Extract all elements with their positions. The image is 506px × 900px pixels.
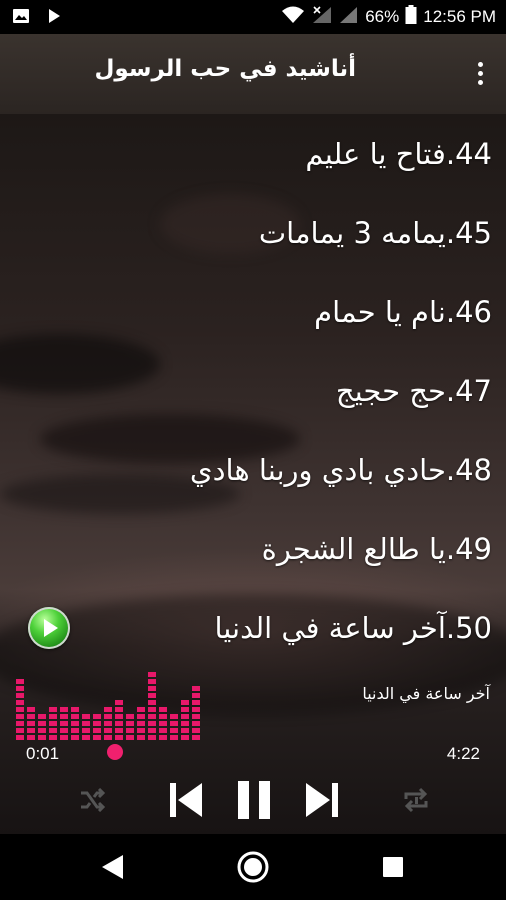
song-title: 44.فتاح يا عليم bbox=[305, 136, 492, 171]
clock: 12:56 PM bbox=[423, 7, 496, 26]
equalizer-bar bbox=[60, 707, 68, 740]
skip-next-icon[interactable] bbox=[300, 778, 344, 822]
skip-previous-icon[interactable] bbox=[164, 778, 208, 822]
status-bar: 66% 12:56 PM bbox=[0, 0, 506, 34]
song-title: 48.حادي بادي وربنا هادي bbox=[189, 452, 492, 487]
mini-player: آخر ساعة في الدنيا 0:01 4:22 bbox=[0, 660, 506, 834]
play-notification-icon bbox=[46, 7, 62, 29]
playback-controls bbox=[0, 778, 506, 822]
song-title: 50.آخر ساعة في الدنيا bbox=[214, 610, 492, 645]
system-nav-bar bbox=[0, 834, 506, 900]
overflow-menu-icon[interactable] bbox=[474, 62, 486, 90]
song-title: 47.حج حجيج bbox=[335, 373, 492, 408]
signal-icon bbox=[339, 5, 359, 29]
equalizer-bar bbox=[38, 714, 46, 740]
equalizer-bar bbox=[126, 714, 134, 740]
back-icon[interactable] bbox=[72, 834, 152, 900]
page-title: أناشيد في حب الرسول bbox=[94, 56, 356, 82]
battery-percent: 66% bbox=[365, 7, 400, 26]
equalizer-bar bbox=[192, 686, 200, 740]
equalizer-bar bbox=[93, 714, 101, 740]
equalizer-bar bbox=[16, 679, 24, 740]
equalizer-bar bbox=[148, 672, 156, 740]
equalizer-bar bbox=[71, 707, 79, 740]
pause-icon[interactable] bbox=[232, 778, 276, 822]
image-notification-icon bbox=[12, 7, 30, 29]
now-playing-title: آخر ساعة في الدنيا bbox=[362, 684, 490, 703]
equalizer-bar bbox=[159, 707, 167, 740]
equalizer-visualizer bbox=[16, 672, 200, 740]
app-bar: أناشيد في حب الرسول bbox=[0, 34, 506, 114]
list-item[interactable]: 49.يا طالع الشجرة bbox=[0, 509, 506, 588]
equalizer-bar bbox=[115, 700, 123, 740]
equalizer-bar bbox=[27, 707, 35, 740]
shuffle-icon[interactable] bbox=[74, 778, 110, 822]
list-item[interactable]: 44.فتاح يا عليم bbox=[0, 114, 506, 193]
song-title: 49.يا طالع الشجرة bbox=[261, 531, 492, 566]
equalizer-bar bbox=[49, 707, 57, 740]
equalizer-bar bbox=[104, 707, 112, 740]
repeat-icon[interactable] bbox=[398, 778, 434, 822]
song-title: 46.نام يا حمام bbox=[314, 294, 492, 329]
seek-bar-thumb[interactable] bbox=[107, 744, 123, 760]
equalizer-bar bbox=[170, 714, 178, 740]
home-icon[interactable] bbox=[213, 834, 293, 900]
list-item[interactable]: 45.يمامه 3 يمامات bbox=[0, 193, 506, 272]
song-title: 45.يمامه 3 يمامات bbox=[258, 215, 492, 250]
song-list: 44.فتاح يا عليم 45.يمامه 3 يمامات 46.نام… bbox=[0, 114, 506, 667]
list-item-active[interactable]: 50.آخر ساعة في الدنيا bbox=[0, 588, 506, 667]
equalizer-bar bbox=[82, 714, 90, 740]
elapsed-time: 0:01 bbox=[26, 744, 60, 763]
signal-no-sim-icon bbox=[311, 5, 333, 29]
equalizer-bar bbox=[181, 700, 189, 740]
play-circle-icon[interactable] bbox=[28, 606, 70, 649]
list-item[interactable]: 48.حادي بادي وربنا هادي bbox=[0, 430, 506, 509]
total-duration: 4:22 bbox=[446, 744, 480, 763]
battery-icon bbox=[405, 5, 417, 29]
list-item[interactable]: 47.حج حجيج bbox=[0, 351, 506, 430]
list-item[interactable]: 46.نام يا حمام bbox=[0, 272, 506, 351]
wifi-icon bbox=[281, 5, 305, 29]
recents-icon[interactable] bbox=[353, 834, 433, 900]
equalizer-bar bbox=[137, 707, 145, 740]
